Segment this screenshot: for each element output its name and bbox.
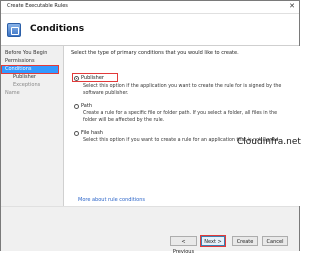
wizard-footer: < Previous Next > Create Cancel [1, 206, 299, 255]
wizard-window: Create Executable Rules ✕ Conditions Bef… [0, 0, 301, 255]
option-file-hash[interactable]: File hash [74, 130, 103, 137]
path-label[interactable]: Path [81, 103, 92, 109]
file-hash-radio[interactable] [74, 130, 79, 136]
page-title: Conditions [30, 24, 85, 34]
previous-button[interactable]: < Previous [170, 236, 197, 255]
option-publisher[interactable]: Publisher [74, 75, 104, 82]
path-radio[interactable] [74, 103, 79, 109]
more-about-rule-conditions-link[interactable]: More about rule conditions [78, 197, 145, 203]
sidebar-item-exceptions[interactable]: Exceptions [13, 82, 40, 89]
path-description: Create a rule for a specific file or fol… [83, 111, 278, 123]
close-icon[interactable]: ✕ [289, 2, 295, 11]
sidebar-item-permissions[interactable]: Permissions [5, 58, 35, 65]
wizard-steps-sidebar: Before You Begin Permissions Conditions … [1, 46, 61, 206]
publisher-label[interactable]: Publisher [81, 75, 104, 81]
create-button[interactable]: Create [232, 236, 258, 246]
file-hash-label[interactable]: File hash [81, 130, 103, 136]
next-button[interactable]: Next > [200, 235, 226, 247]
watermark: Cloudinfra.net [237, 137, 301, 147]
sidebar-item-before-you-begin[interactable]: Before You Begin [5, 50, 47, 57]
conditions-panel: Select the type of primary conditions th… [63, 46, 300, 206]
cancel-button[interactable]: Cancel [262, 236, 288, 246]
sidebar-item-publisher[interactable]: Publisher [13, 74, 36, 81]
title-bar: Create Executable Rules ✕ [1, 1, 299, 14]
intro-text: Select the type of primary conditions th… [71, 50, 239, 56]
publisher-description: Select this option if the application yo… [83, 84, 282, 96]
wizard-header: Conditions [1, 14, 299, 46]
publisher-radio[interactable] [74, 75, 79, 81]
window-title: Create Executable Rules [7, 3, 68, 9]
sidebar-item-conditions[interactable]: Conditions [1, 65, 59, 74]
sidebar-item-name[interactable]: Name [5, 90, 20, 97]
option-path[interactable]: Path [74, 103, 92, 110]
rules-wizard-icon [7, 23, 21, 37]
